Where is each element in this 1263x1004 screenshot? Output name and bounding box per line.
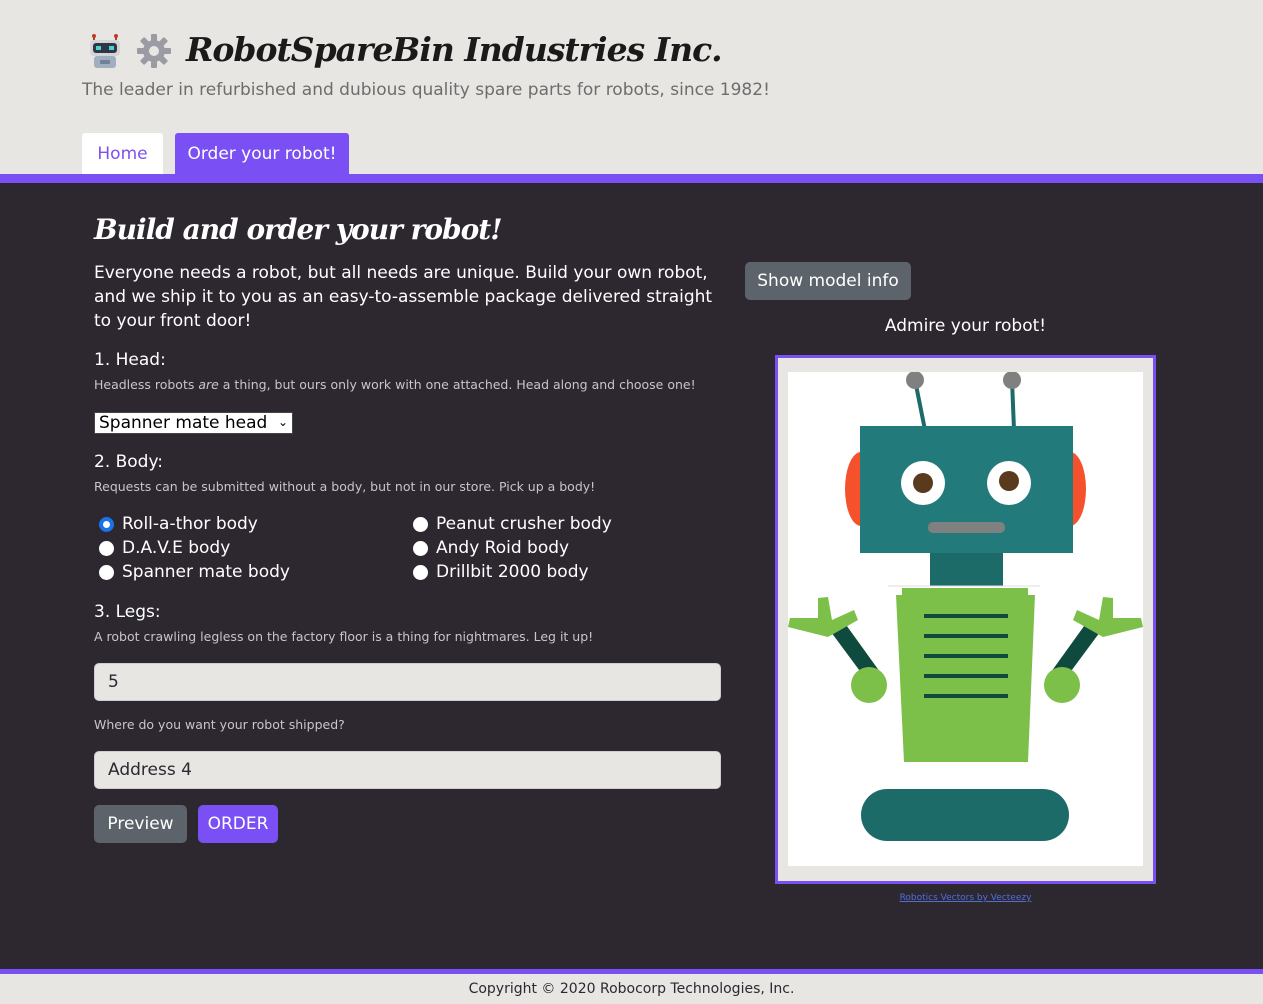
show-model-info-button[interactable]: Show model info	[745, 262, 911, 300]
head-help: Headless robots are a thing, but ours on…	[94, 377, 696, 392]
tab-order-your-robot[interactable]: Order your robot!	[175, 133, 349, 174]
radio-label: Roll-a-thor body	[122, 514, 258, 534]
radio-label: D.A.V.E body	[122, 538, 231, 558]
footer: Copyright © 2020 Robocorp Technologies, …	[0, 974, 1263, 1004]
body-option-peanut-crusher[interactable]: Peanut crusher body	[413, 514, 612, 534]
preview-caption: Admire your robot!	[884, 316, 1047, 336]
chevron-down-icon: ⌄	[277, 415, 288, 429]
head-select[interactable]: Spanner mate head ⌄	[94, 412, 293, 434]
radio-button[interactable]	[413, 564, 428, 580]
address-help: Where do you want your robot shipped?	[94, 717, 345, 732]
legs-input[interactable]: 5	[94, 663, 721, 701]
page-title: Build and order your robot!	[94, 213, 502, 246]
head-select-value: Spanner mate head	[99, 413, 268, 433]
tab-home[interactable]: Home	[82, 133, 163, 174]
body-label: 2. Body:	[94, 452, 164, 472]
site-tagline: The leader in refurbished and dubious qu…	[82, 80, 770, 100]
robot-preview-canvas	[788, 371, 1143, 866]
body-option-drillbit-2000[interactable]: Drillbit 2000 body	[413, 562, 589, 582]
robot-icon	[90, 34, 120, 68]
radio-button[interactable]	[99, 564, 114, 580]
legs-label: 3. Legs:	[94, 602, 161, 622]
body-option-spanner-mate[interactable]: Spanner mate body	[99, 562, 290, 582]
copyright-text: Copyright © 2020 Robocorp Technologies, …	[468, 981, 795, 997]
page-header: RobotSpareBin Industries Inc. The leader…	[0, 0, 1263, 174]
header-divider	[0, 174, 1263, 183]
radio-button[interactable]	[99, 516, 114, 532]
gear-icon	[137, 34, 171, 68]
radio-button[interactable]	[99, 540, 114, 556]
radio-label: Peanut crusher body	[436, 514, 612, 534]
address-input[interactable]: Address 4	[94, 751, 721, 789]
body-help: Requests can be submitted without a body…	[94, 479, 596, 494]
order-button[interactable]: ORDER	[198, 805, 278, 843]
radio-button[interactable]	[413, 540, 428, 556]
radio-label: Spanner mate body	[122, 562, 290, 582]
radio-label: Drillbit 2000 body	[436, 562, 589, 582]
body-option-dave[interactable]: D.A.V.E body	[99, 538, 230, 558]
preview-button[interactable]: Preview	[94, 805, 187, 843]
body-option-andy-roid[interactable]: Andy Roid body	[413, 538, 569, 558]
legs-help: A robot crawling legless on the factory …	[94, 629, 594, 644]
radio-button[interactable]	[413, 516, 428, 532]
robot-image	[788, 371, 1143, 841]
site-title: RobotSpareBin Industries Inc.	[186, 30, 723, 69]
radio-label: Andy Roid body	[436, 538, 570, 558]
logo	[86, 32, 172, 70]
head-label: 1. Head:	[94, 350, 166, 370]
image-credit-link[interactable]: Robotics Vectors by Vecteezy	[775, 893, 1156, 903]
robot-preview	[775, 355, 1156, 884]
intro-text: Everyone needs a robot, but all needs ar…	[94, 263, 713, 331]
body-option-roll-a-thor[interactable]: Roll-a-thor body	[99, 514, 258, 534]
